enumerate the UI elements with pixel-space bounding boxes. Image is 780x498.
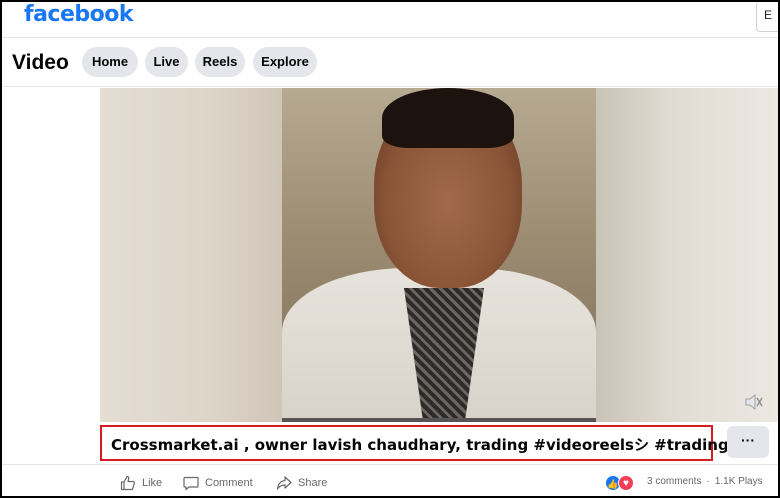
video-player[interactable] xyxy=(100,88,778,422)
tab-home[interactable]: Home xyxy=(82,47,138,77)
share-button[interactable]: Share xyxy=(276,474,327,492)
caption-highlight: Crossmarket.ai , owner lavish chaudhary,… xyxy=(100,425,729,461)
engagement-stats: 3 comments · 1.1K Plays xyxy=(647,476,763,487)
browser-frame: facebook E Video Home Live Reels Explore… xyxy=(0,0,780,498)
volume-icon[interactable] xyxy=(744,393,764,411)
action-bar: Like Comment Share 👍 ♥ 3 comments · 1.1K P… xyxy=(2,464,778,496)
stats-separator: · xyxy=(706,476,710,487)
tab-live[interactable]: Live xyxy=(145,47,188,77)
facebook-logo[interactable]: facebook xyxy=(24,2,134,27)
comment-label: Comment xyxy=(205,477,253,489)
like-label: Like xyxy=(142,477,163,489)
video-blur-left xyxy=(100,88,282,422)
more-options-button[interactable]: ··· xyxy=(727,426,769,458)
video-frame[interactable] xyxy=(282,88,596,422)
share-label: Share xyxy=(298,477,328,489)
love-reaction-icon: ♥ xyxy=(618,475,634,491)
share-icon xyxy=(276,476,292,490)
video-nav: Video Home Live Reels Explore xyxy=(2,39,778,87)
comment-icon xyxy=(183,476,199,491)
video-subject-hair xyxy=(382,88,514,148)
tab-explore[interactable]: Explore xyxy=(253,47,317,77)
caption-row: Crossmarket.ai , owner lavish chaudhary,… xyxy=(2,422,778,464)
tab-reels[interactable]: Reels xyxy=(195,47,245,77)
top-right-button[interactable]: E xyxy=(756,2,778,32)
comments-count[interactable]: 3 comments xyxy=(647,476,701,487)
reactions-summary[interactable]: 👍 ♥ xyxy=(605,474,634,492)
comment-button[interactable]: Comment xyxy=(183,474,253,492)
like-icon xyxy=(120,475,135,491)
plays-count: 1.1K Plays xyxy=(714,476,763,487)
page-title: Video xyxy=(12,51,69,74)
like-button[interactable]: Like xyxy=(120,474,162,492)
video-caption: Crossmarket.ai , owner lavish chaudhary,… xyxy=(111,436,729,454)
top-bar: facebook E xyxy=(2,2,778,38)
video-blur-right xyxy=(596,88,778,422)
